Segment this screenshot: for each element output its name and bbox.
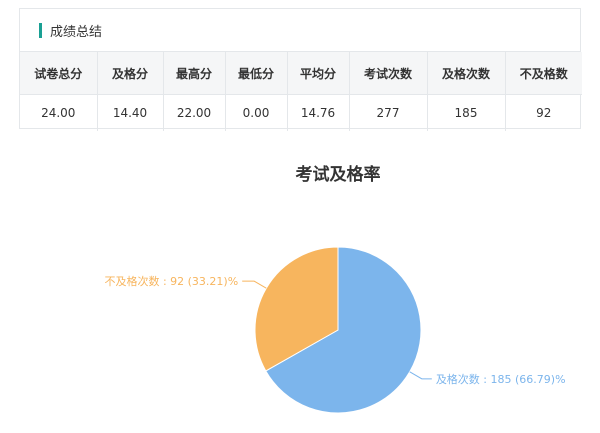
pie-label-line-1	[242, 280, 267, 289]
pie-chart: 及格次数 : 185 (66.79)% 不及格次数 : 92 (33.21)%	[104, 246, 566, 414]
pie-label-line-0	[409, 371, 432, 380]
pie-label-0: 及格次数 : 185 (66.79)%	[436, 372, 566, 386]
pie-label-1: 不及格次数 : 92 (33.21)%	[104, 274, 238, 288]
